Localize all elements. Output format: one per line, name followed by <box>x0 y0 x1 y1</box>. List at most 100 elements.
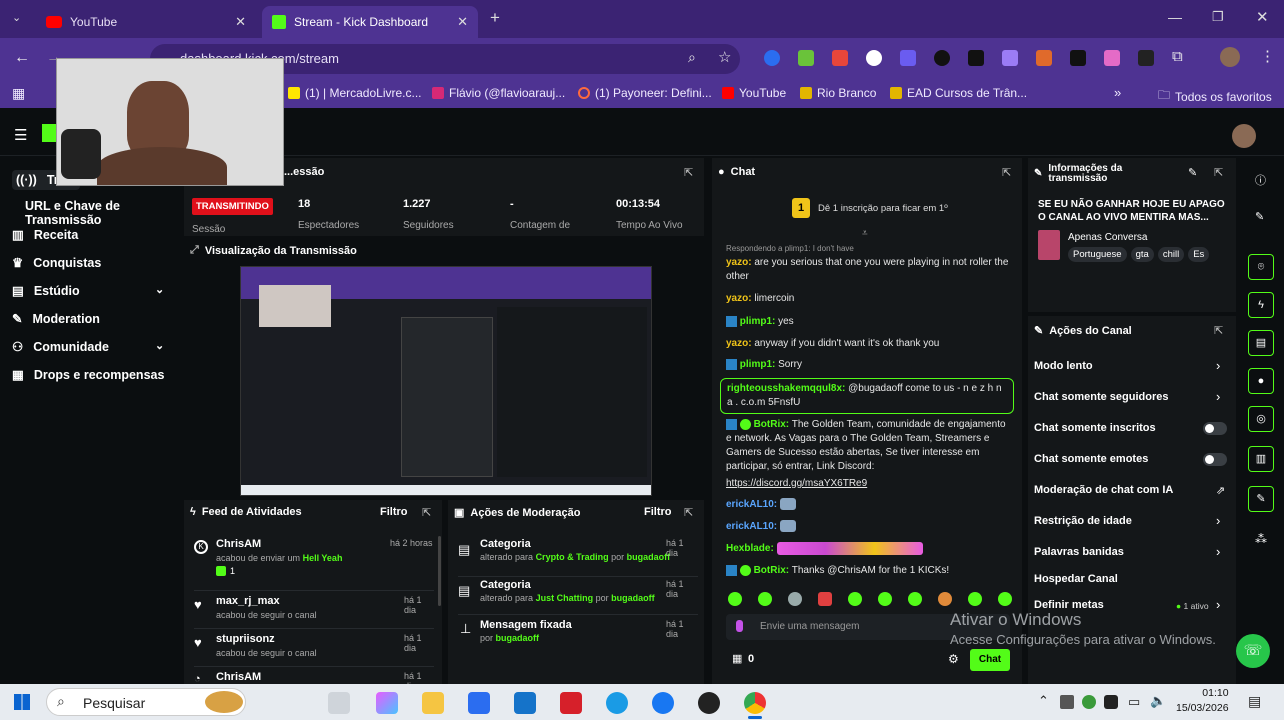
bookmark-item[interactable]: EAD Cursos de Trân... <box>890 86 1027 100</box>
action-ai-moderation[interactable]: Moderação de chat com IA <box>1034 484 1173 496</box>
apps-grid-icon[interactable]: ▦ <box>12 85 25 102</box>
chat-user[interactable]: BotRix: <box>754 565 790 576</box>
clock[interactable]: 01:10 15/03/2026 <box>1176 686 1229 716</box>
bookmark-item[interactable]: YouTube <box>722 86 786 100</box>
profile-avatar[interactable] <box>1220 47 1240 67</box>
sidebar-item-studio[interactable]: ▤ Estúdio <box>12 283 80 299</box>
info-icon[interactable]: ⓘ <box>1255 172 1266 188</box>
tag[interactable]: Es <box>1188 247 1210 262</box>
store-icon[interactable] <box>468 692 490 714</box>
chat-user[interactable]: yazo: <box>726 257 752 268</box>
extension-icon[interactable] <box>866 50 882 66</box>
chat-user[interactable]: righteousshakemqqul8x: <box>727 383 845 394</box>
popout-icon[interactable]: ⇱ <box>684 166 693 179</box>
puzzle-icon[interactable]: ⁂ <box>1255 532 1267 546</box>
chevron-right-icon[interactable]: › <box>1216 544 1220 559</box>
chat-user[interactable]: Hexblade: <box>726 543 774 554</box>
network-icon[interactable]: ▭ <box>1128 694 1140 710</box>
close-tab-icon[interactable]: ✕ <box>235 14 246 30</box>
volume-icon[interactable]: 🔈 <box>1150 693 1166 709</box>
extension-icon[interactable] <box>1002 50 1018 66</box>
popout-icon[interactable]: ⇱ <box>422 506 431 519</box>
obs-icon[interactable] <box>698 692 720 714</box>
extension-icon[interactable] <box>1104 50 1120 66</box>
expand-icon[interactable]: ⤢ <box>190 244 199 257</box>
extension-icon[interactable] <box>968 50 984 66</box>
bookmark-item[interactable]: Flávio (@flavioarauj... <box>432 86 565 100</box>
gear-icon[interactable]: ⚙ <box>948 652 959 666</box>
popout-icon[interactable]: ⇱ <box>1214 324 1223 337</box>
bookmark-star-icon[interactable]: ☆ <box>718 48 731 66</box>
action-host-channel[interactable]: Hospedar Canal <box>1034 573 1118 585</box>
action-banned-words[interactable]: Palavras banidas <box>1034 546 1124 558</box>
task-view-icon[interactable] <box>328 692 350 714</box>
emote-icon[interactable] <box>878 592 892 606</box>
rail-broadcast-button[interactable]: ◎ <box>1248 406 1274 432</box>
emote-icon[interactable] <box>818 592 832 606</box>
tab-kick-dashboard[interactable]: Stream - Kick Dashboard ✕ <box>262 6 478 38</box>
emote-icon[interactable] <box>998 592 1012 606</box>
external-link-icon[interactable]: ⇗ <box>1216 484 1225 497</box>
extension-icon[interactable] <box>1138 50 1154 66</box>
subscribe-banner[interactable]: 1 Dê 1 inscrição para ficar em 1º <box>792 198 948 218</box>
extension-icon[interactable] <box>764 50 780 66</box>
notifications-icon[interactable]: ▤ <box>1248 693 1261 710</box>
minimize-icon[interactable]: — <box>1168 9 1182 25</box>
new-tab-icon[interactable]: + <box>490 8 500 28</box>
emote-icon[interactable] <box>968 592 982 606</box>
filter-button[interactable]: Filtro <box>644 506 672 518</box>
sidebar-item-moderation[interactable]: ✎ Moderation <box>12 311 100 327</box>
windows-start-icon[interactable] <box>14 694 30 710</box>
sidebar-item-drops[interactable]: ▦ Drops e recompensas <box>12 367 164 383</box>
emote-icon[interactable] <box>758 592 772 606</box>
support-chat-icon[interactable]: ☏ <box>1236 634 1270 668</box>
chevron-right-icon[interactable]: › <box>1216 597 1220 612</box>
close-window-icon[interactable]: ✕ <box>1256 8 1269 26</box>
rail-lightning-button[interactable]: ϟ <box>1248 292 1274 318</box>
bookmark-item[interactable]: (1) | MercadoLivre.c... <box>288 86 421 100</box>
action-slow-mode[interactable]: Modo lento <box>1034 360 1093 372</box>
scrollbar[interactable] <box>438 536 441 606</box>
chat-user[interactable]: yazo: <box>726 338 752 349</box>
facebook-icon[interactable] <box>652 692 674 714</box>
bookmark-item[interactable]: Rio Branco <box>800 86 876 100</box>
tab-youtube[interactable]: YouTube ✕ <box>36 6 256 38</box>
tray-app-icon[interactable] <box>1060 695 1074 709</box>
sidebar-item-revenue[interactable]: ▥ Receita <box>12 227 78 243</box>
action-age-restriction[interactable]: Restrição de idade <box>1034 515 1132 527</box>
copilot-icon[interactable] <box>376 692 398 714</box>
popout-icon[interactable]: ⇱ <box>684 506 693 519</box>
subscribers-only-toggle[interactable] <box>1203 422 1227 435</box>
extension-icon[interactable] <box>798 50 814 66</box>
chevron-down-icon[interactable]: ⌄ <box>155 283 164 296</box>
restore-icon[interactable]: ❐ <box>1212 9 1224 25</box>
chat-user[interactable]: erickAL10: <box>726 521 777 532</box>
chat-user[interactable]: plimp1: <box>740 316 776 327</box>
all-bookmarks[interactable]: 🗀 Todos os favoritos <box>1158 86 1272 107</box>
emote-icon[interactable] <box>908 592 922 606</box>
tab-search-icon[interactable]: ⌄ <box>12 11 21 24</box>
back-icon[interactable]: ← <box>14 49 30 67</box>
extension-icon[interactable] <box>1070 50 1086 66</box>
pencil-icon[interactable]: ✎ <box>1255 210 1264 223</box>
tag[interactable]: chill <box>1157 247 1185 262</box>
chat-user[interactable]: erickAL10: <box>726 499 777 510</box>
chat-send-button[interactable]: Chat <box>970 649 1010 671</box>
sidebar-item-achievements[interactable]: ♛ Conquistas <box>12 255 101 271</box>
rail-document-button[interactable]: ▤ <box>1248 330 1274 356</box>
popout-icon[interactable]: ⇱ <box>1214 166 1223 179</box>
emote-icon[interactable] <box>728 592 742 606</box>
edge-icon[interactable] <box>606 692 628 714</box>
kick-cup-icon[interactable]: ▦ <box>732 652 742 665</box>
emote-icon[interactable] <box>788 592 802 606</box>
extension-icon[interactable] <box>1036 50 1052 66</box>
chat-link[interactable]: https://discord.gg/msaYX6TRe9 <box>726 477 1011 491</box>
tray-app-icon[interactable] <box>1104 695 1118 709</box>
zoom-icon[interactable]: ⌕ <box>688 49 696 66</box>
taskbar-search-box[interactable]: ⌕ Pesquisar <box>46 688 246 716</box>
tag[interactable]: gta <box>1130 247 1154 262</box>
menu-dots-icon[interactable]: ⋮ <box>1260 47 1275 65</box>
sidebar-item-stream-key[interactable]: URL e Chave de Transmissão <box>25 199 182 227</box>
more-bookmarks-icon[interactable]: » <box>1114 85 1121 100</box>
outlook-icon[interactable] <box>514 692 536 714</box>
